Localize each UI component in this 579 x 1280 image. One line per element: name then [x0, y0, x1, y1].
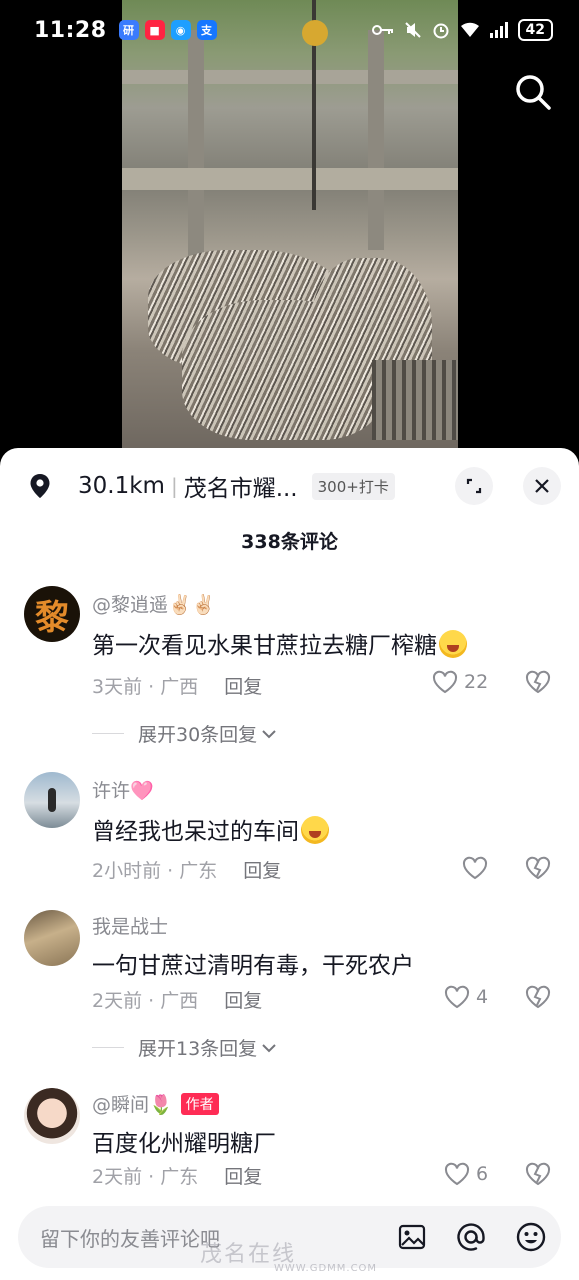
key-icon — [371, 25, 393, 35]
red-book-app-icon: ■ — [144, 20, 165, 40]
search-icon[interactable] — [513, 72, 553, 112]
heart-icon — [444, 1162, 470, 1186]
expand-sheet-button[interactable] — [455, 467, 493, 505]
expand-replies-label: 展开30条回复 — [138, 724, 258, 746]
laugh-cry-emoji-icon — [439, 630, 467, 658]
like-button[interactable] — [462, 856, 494, 880]
expand-divider — [92, 1047, 124, 1048]
location-pin-icon — [22, 468, 58, 504]
like-count: 22 — [464, 671, 489, 693]
comment-text: 一句甘蔗过清明有毒，干死农户 — [92, 953, 414, 979]
image-icon[interactable] — [397, 1222, 427, 1252]
reply-button[interactable]: 回复 — [224, 1166, 262, 1188]
mute-icon — [404, 22, 421, 38]
dislike-heart-icon[interactable] — [525, 1162, 551, 1186]
expand-divider — [92, 733, 124, 734]
laugh-cry-emoji-icon — [301, 816, 329, 844]
expand-replies-button[interactable]: 展开13条回复 — [92, 1034, 277, 1061]
location-separator: | — [170, 474, 178, 498]
heart-icon — [444, 985, 470, 1009]
emoji-icon[interactable] — [515, 1221, 547, 1253]
comments-count-title: 338条评论 — [241, 531, 338, 553]
avatar[interactable] — [24, 772, 80, 828]
like-button[interactable]: 6 — [444, 1162, 488, 1186]
watermark-url: WWW.GDMM.COM — [274, 1263, 378, 1274]
alipay-app-icon: 支 — [196, 20, 217, 40]
comment-meta: 2小时前 · 广东 回复 — [92, 860, 282, 882]
chevron-down-icon — [262, 729, 276, 738]
comment-meta: 3天前 · 广西 回复 — [92, 676, 263, 698]
reply-button[interactable]: 回复 — [224, 990, 262, 1012]
comment-username[interactable]: @黎逍遥✌🏻✌🏻 — [92, 590, 215, 617]
chevron-down-icon — [262, 1043, 276, 1052]
heart-icon — [462, 856, 488, 880]
wifi-icon — [460, 22, 479, 37]
heart-icon — [432, 670, 458, 694]
expand-replies-label: 展开13条回复 — [138, 1038, 258, 1060]
translate-app-icon: 研 — [118, 20, 139, 40]
comment-meta: 2天前 · 广西 回复 — [92, 990, 263, 1012]
comment-text: 曾经我也呆过的车间 — [92, 812, 329, 846]
camera-app-icon: ◉ — [170, 20, 191, 40]
avatar[interactable] — [24, 1088, 80, 1144]
video-frame-sugarcane-factory — [122, 0, 458, 450]
close-sheet-button[interactable] — [523, 467, 561, 505]
comment-username[interactable]: @瞬间🌷 作者 — [92, 1090, 219, 1117]
expand-replies-button[interactable]: 展开30条回复 — [92, 720, 277, 747]
reply-button[interactable]: 回复 — [243, 860, 281, 882]
like-count: 6 — [476, 1163, 489, 1185]
dislike-heart-icon[interactable] — [525, 856, 551, 880]
comment-username[interactable]: 许许🩷 — [92, 776, 154, 803]
avatar[interactable] — [24, 910, 80, 966]
comment-text: 第一次看见水果甘蔗拉去糖厂榨糖 — [92, 626, 467, 660]
comment-meta: 2天前 · 广东 回复 — [92, 1166, 263, 1188]
dislike-heart-icon[interactable] — [525, 670, 551, 694]
expand-icon — [466, 478, 482, 494]
comment-input[interactable]: 留下你的友善评论吧 — [40, 1223, 220, 1252]
author-badge: 作者 — [180, 1093, 219, 1115]
mention-icon[interactable] — [455, 1221, 487, 1253]
avatar[interactable]: 黎 — [24, 586, 80, 642]
location-name: 茂名市耀... — [183, 476, 298, 502]
battery-icon: 42 — [517, 19, 553, 41]
location-distance: 30.1km — [78, 473, 165, 499]
comment-username[interactable]: 我是战士 — [92, 912, 168, 939]
like-count: 4 — [476, 986, 489, 1008]
dislike-heart-icon[interactable] — [525, 985, 551, 1009]
like-button[interactable]: 4 — [444, 985, 488, 1009]
status-time: 11:28 — [34, 17, 107, 43]
notification-app-icons: 研 ■ ◉ 支 — [118, 20, 217, 40]
status-bar: 11:28 研 ■ ◉ 支 42 — [0, 0, 579, 60]
comment-sheet: 30.1km | 茂名市耀... 300+打卡 338条评论 黎 @黎逍遥✌🏻✌… — [0, 448, 579, 1280]
status-indicators: 42 — [371, 19, 553, 41]
location-checkin-badge: 300+打卡 — [311, 472, 395, 500]
close-icon — [535, 479, 549, 493]
alarm-icon — [433, 23, 449, 39]
reply-button[interactable]: 回复 — [224, 676, 262, 698]
comment-text: 百度化州耀明糖厂 — [92, 1131, 276, 1157]
video-player[interactable] — [0, 0, 579, 460]
input-actions — [397, 1221, 547, 1253]
signal-icon — [489, 22, 508, 38]
like-button[interactable]: 22 — [432, 670, 488, 694]
